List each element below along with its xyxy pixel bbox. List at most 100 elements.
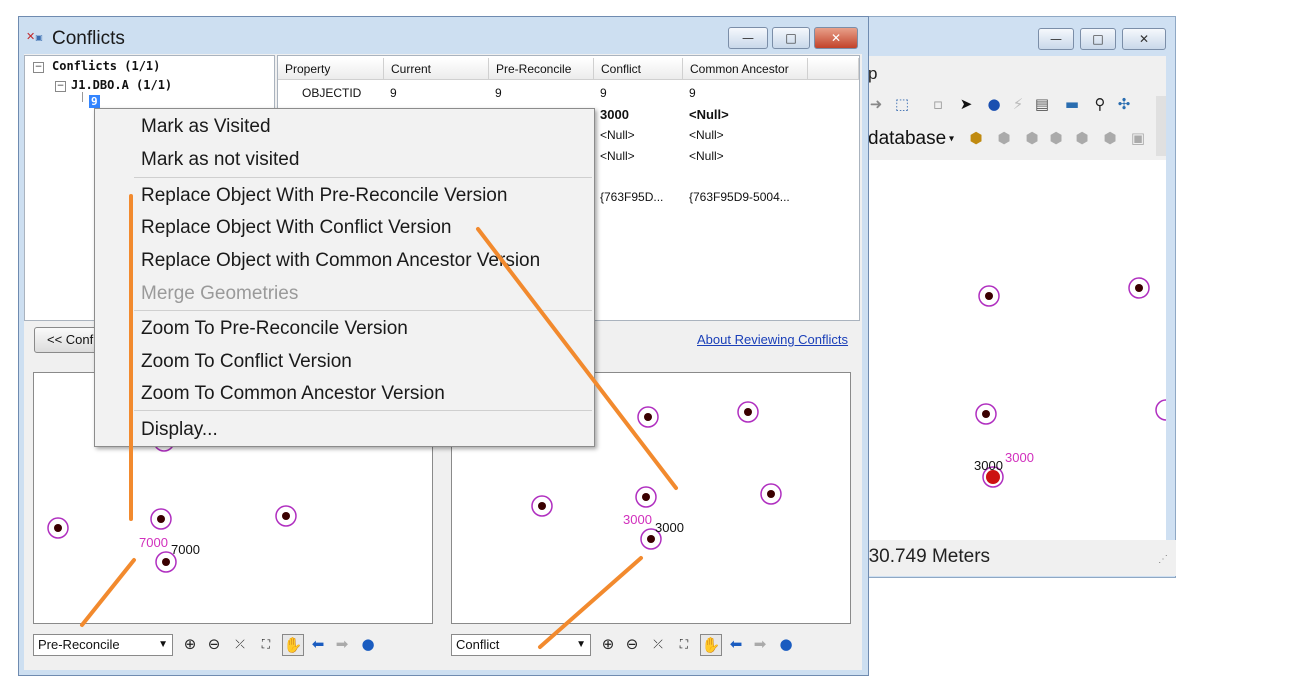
left-map-toolbar: ⊕ ⊖ ⤫ ⛶ ✋ ⬅ ➡ ● <box>180 634 380 656</box>
collapse-icon[interactable]: − <box>55 81 66 92</box>
cell-conflict: <Null> <box>600 128 635 142</box>
menu-item-mark-not-visited[interactable]: Mark as not visited <box>141 149 299 171</box>
tree-class-node[interactable]: J1.DBO.A (1/1) <box>71 78 172 92</box>
menu-item-zoom-pre-reconcile[interactable]: Zoom To Pre-Reconcile Version <box>141 318 408 340</box>
maximize-button[interactable]: □ <box>772 27 810 49</box>
chevron-down-icon: ▼ <box>158 639 168 650</box>
map-label-black: 3000 <box>655 520 684 535</box>
forward-extent-icon[interactable]: ➡ <box>750 634 770 654</box>
cell-pre-reconcile: 9 <box>495 86 502 100</box>
bg-maximize-button[interactable]: □ <box>1080 28 1116 50</box>
window-title: Conflicts <box>52 28 125 49</box>
select-value: Pre-Reconcile <box>38 637 120 652</box>
fixed-zoom-out-icon[interactable]: ⛶ <box>674 634 694 654</box>
measure-icon[interactable]: ▬ <box>1062 94 1082 114</box>
map-point[interactable] <box>1128 277 1150 299</box>
help-link[interactable]: About Reviewing Conflicts <box>697 332 848 347</box>
identify-icon[interactable]: ● <box>358 634 378 654</box>
pan-hand-icon[interactable]: ✋ <box>700 634 722 656</box>
cell-ancestor: <Null> <box>689 128 724 142</box>
conflicts-window-icon: ✕▣ <box>26 30 43 43</box>
hyperlink-icon[interactable]: ⚡ <box>1008 94 1028 114</box>
conflicts-icon[interactable]: ⬢ <box>1072 128 1092 148</box>
cell-current: 9 <box>390 86 397 100</box>
find-icon[interactable]: ⚲ <box>1090 94 1110 114</box>
column-header-conflict[interactable]: Conflict <box>594 58 683 80</box>
column-header-common-ancestor[interactable]: Common Ancestor <box>683 58 808 80</box>
resize-grip-icon[interactable]: ⋰ <box>1158 554 1168 565</box>
chevron-down-icon: ▼ <box>576 639 586 650</box>
reconcile-icon[interactable]: ⬢ <box>1022 128 1042 148</box>
pointer-icon[interactable]: ➤ <box>956 94 976 114</box>
cell-conflict: 3000 <box>600 107 629 122</box>
map-label-magenta: 7000 <box>139 535 168 550</box>
map-label-magenta: 3000 <box>623 512 652 527</box>
zoom-out-icon[interactable]: ⊖ <box>204 634 224 654</box>
map-point[interactable] <box>978 285 1000 307</box>
menu-item-replace-pre-reconcile[interactable]: Replace Object With Pre-Reconcile Versio… <box>141 185 507 207</box>
cell-ancestor: {763F95D9-5004... <box>689 190 790 204</box>
map-point[interactable] <box>275 505 297 527</box>
arrow-right-icon[interactable]: ➜ <box>866 94 886 114</box>
zoom-in-icon[interactable]: ⊕ <box>598 634 618 654</box>
zoom-out-icon[interactable]: ⊖ <box>622 634 642 654</box>
column-header-pre-reconcile[interactable]: Pre-Reconcile <box>489 58 594 80</box>
versioning-icon[interactable]: ⬢ <box>966 128 986 148</box>
cell-conflict: 9 <box>600 86 607 100</box>
select-features-icon[interactable]: ⬚ <box>892 94 912 114</box>
map-point[interactable] <box>635 486 657 508</box>
pre-reconcile-version-select[interactable]: Pre-Reconcile ▼ <box>33 634 173 656</box>
refresh-icon[interactable]: ⬢ <box>994 128 1014 148</box>
identify-icon[interactable]: ● <box>984 94 1004 114</box>
bg-toolbar-grip[interactable] <box>1156 96 1166 156</box>
back-extent-icon[interactable]: ⬅ <box>726 634 746 654</box>
map-point[interactable] <box>531 495 553 517</box>
tree-root[interactable]: Conflicts (1/1) <box>52 59 160 73</box>
background-map[interactable]: 3000 3000 <box>868 160 1166 540</box>
map-point[interactable] <box>760 483 782 505</box>
forward-extent-icon[interactable]: ➡ <box>332 634 352 654</box>
back-extent-icon[interactable]: ⬅ <box>308 634 328 654</box>
bg-database-label[interactable]: database ▾ <box>868 128 954 150</box>
menu-separator <box>134 310 592 311</box>
cell-property: OBJECTID <box>302 86 362 100</box>
menu-item-display[interactable]: Display... <box>141 419 218 441</box>
pan-hand-icon[interactable]: ✋ <box>282 634 304 656</box>
bg-close-button[interactable]: ✕ <box>1122 28 1166 50</box>
cell-ancestor: <Null> <box>689 107 729 122</box>
map-point[interactable] <box>1155 399 1166 421</box>
zoom-in-icon[interactable]: ⊕ <box>180 634 200 654</box>
menu-item-replace-conflict[interactable]: Replace Object With Conflict Version <box>141 217 451 239</box>
version-changes-icon[interactable]: ⬢ <box>1100 128 1120 148</box>
bg-minimize-button[interactable]: — <box>1038 28 1074 50</box>
menu-item-replace-common-ancestor[interactable]: Replace Object with Common Ancestor Vers… <box>141 250 540 272</box>
column-header-property[interactable]: Property <box>278 58 384 80</box>
column-header-current[interactable]: Current <box>384 58 489 80</box>
map-point[interactable] <box>737 401 759 423</box>
map-point[interactable] <box>47 517 69 539</box>
menu-item-zoom-common-ancestor[interactable]: Zoom To Common Ancestor Version <box>141 383 445 405</box>
fixed-zoom-in-icon[interactable]: ⤫ <box>230 634 250 654</box>
post-icon[interactable]: ⬢ <box>1046 128 1066 148</box>
menu-separator <box>134 410 592 411</box>
map-label-black: 3000 <box>974 458 1003 473</box>
fixed-zoom-in-icon[interactable]: ⤫ <box>648 634 668 654</box>
collapse-icon[interactable]: − <box>33 62 44 73</box>
map-point[interactable] <box>975 403 997 425</box>
map-label-magenta: 3000 <box>1005 450 1034 465</box>
identify-icon[interactable]: ● <box>776 634 796 654</box>
close-button[interactable]: ✕ <box>814 27 858 49</box>
html-popup-icon[interactable]: ▤ <box>1032 94 1052 114</box>
tree-leaf-selected[interactable]: 9 <box>89 95 100 108</box>
properties-icon[interactable]: ▣ <box>1128 128 1148 148</box>
map-point[interactable] <box>637 406 659 428</box>
fixed-zoom-out-icon[interactable]: ⛶ <box>256 634 276 654</box>
conflict-version-select[interactable]: Conflict ▼ <box>451 634 591 656</box>
tree-line <box>82 92 83 102</box>
minimize-button[interactable]: — <box>728 27 768 49</box>
clear-selection-icon[interactable]: ▫ <box>928 94 948 114</box>
go-to-xy-icon[interactable]: ✣ <box>1114 94 1134 114</box>
menu-item-mark-visited[interactable]: Mark as Visited <box>141 116 271 138</box>
menu-item-zoom-conflict[interactable]: Zoom To Conflict Version <box>141 351 352 373</box>
map-point[interactable] <box>150 508 172 530</box>
